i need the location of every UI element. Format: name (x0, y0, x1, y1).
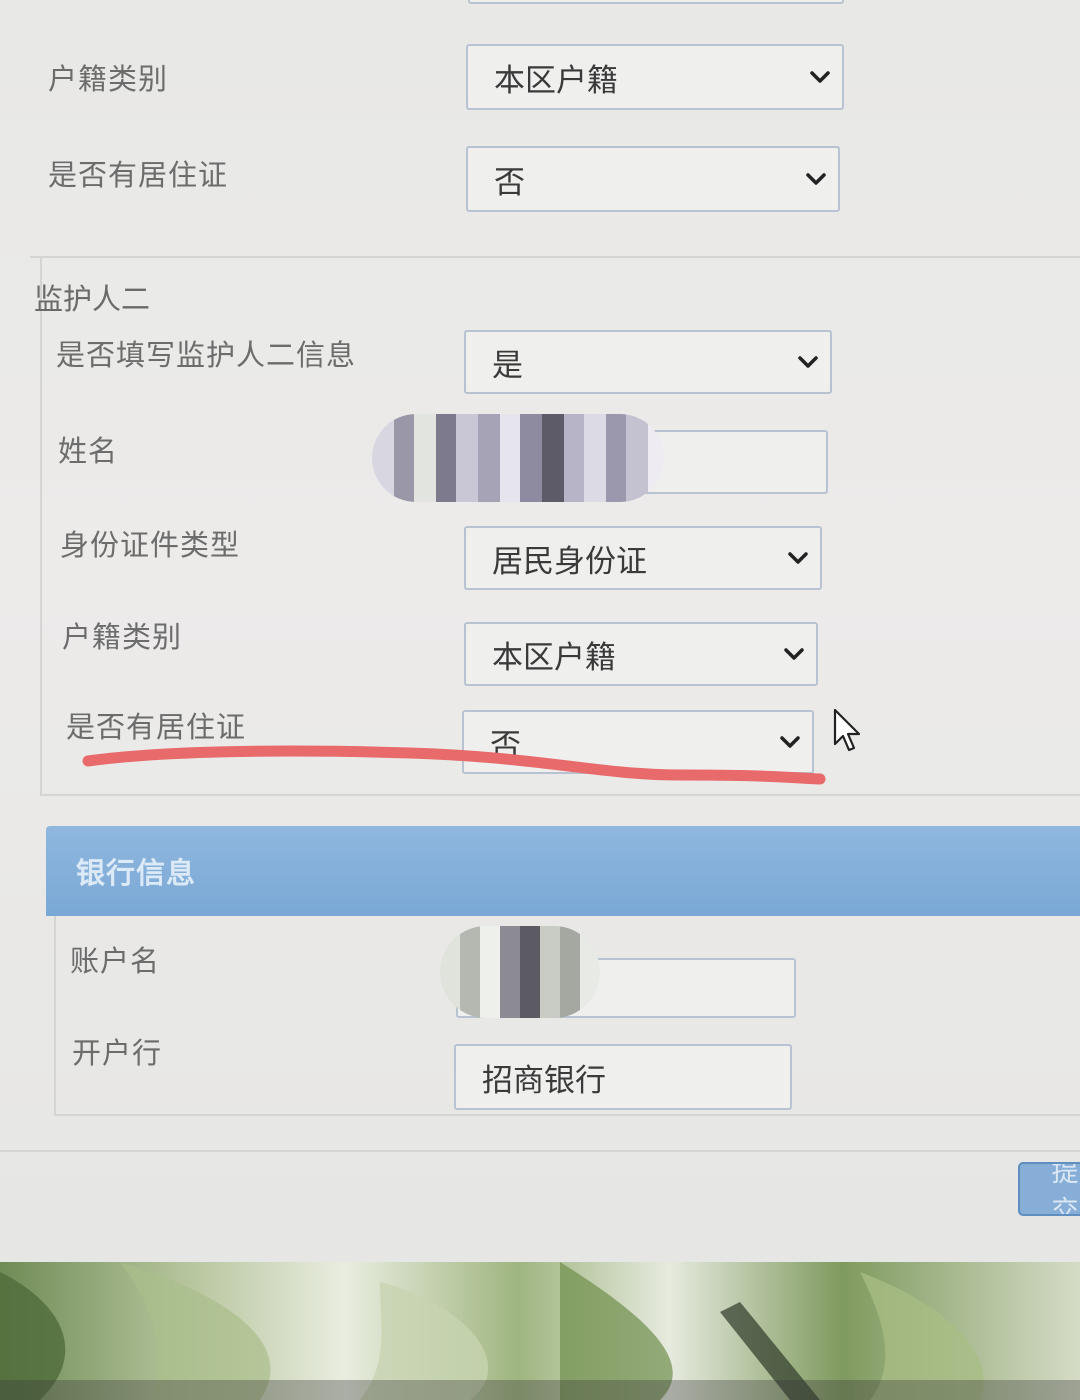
fill-guardian2-label: 是否填写监护人二信息 (56, 338, 357, 372)
id-type-select[interactable]: 居民身份证 (464, 526, 822, 590)
hukou-select-1-value: 本区户籍 (494, 62, 618, 99)
residence-label-1: 是否有居住证 (48, 158, 229, 192)
bank-section-header: 银行信息 (46, 826, 1080, 916)
bank-name-label: 开户行 (72, 1036, 163, 1070)
hukou-select-2[interactable]: 本区户籍 (464, 622, 818, 686)
guardian2-section-title: 监护人二 (34, 282, 151, 316)
bank-name-input-value: 招商银行 (482, 1062, 606, 1099)
partial-field-top[interactable] (468, 0, 844, 4)
bank-section-title: 银行信息 (76, 856, 197, 890)
chevron-down-icon (806, 173, 826, 185)
chevron-down-icon (798, 356, 818, 368)
group-border-left (40, 256, 42, 796)
hukou-label-1: 户籍类别 (48, 62, 169, 96)
mouse-cursor-icon (833, 708, 861, 752)
submit-button[interactable]: 提交 (1018, 1162, 1080, 1216)
browser-page: 户籍类别 本区户籍 是否有居住证 否 监护人二 是否填写监护人二信息 是 姓名 … (0, 0, 1080, 1262)
bank-name-input[interactable]: 招商银行 (454, 1044, 792, 1110)
fill-guardian2-select[interactable]: 是 (464, 330, 832, 394)
red-underline-annotation (82, 745, 826, 785)
submit-button-label: 提交 (1051, 1162, 1079, 1216)
hukou-select-2-value: 本区户籍 (492, 639, 616, 676)
id-type-select-value: 居民身份证 (492, 543, 647, 580)
id-type-label: 身份证件类型 (60, 528, 241, 562)
account-name-label: 账户名 (70, 944, 161, 978)
desktop-wallpaper (0, 1262, 1080, 1400)
bank-group-bottom (54, 1114, 1080, 1116)
chevron-down-icon (784, 648, 804, 660)
redacted-account-name (440, 926, 600, 1018)
footer-divider (0, 1150, 1080, 1152)
hukou-select-1[interactable]: 本区户籍 (466, 44, 844, 110)
group-border-top (30, 256, 1080, 258)
chevron-down-icon (788, 552, 808, 564)
fill-guardian2-select-value: 是 (492, 347, 523, 384)
hukou-label-2: 户籍类别 (62, 620, 183, 654)
redacted-name (372, 414, 664, 502)
residence-label-2: 是否有居住证 (66, 710, 247, 744)
chevron-down-icon (810, 71, 830, 83)
name-label: 姓名 (58, 434, 119, 468)
residence-select-1[interactable]: 否 (466, 146, 840, 212)
bank-group-left (54, 916, 56, 1116)
residence-select-1-value: 否 (494, 164, 525, 201)
leaf-pattern (0, 1262, 1080, 1400)
